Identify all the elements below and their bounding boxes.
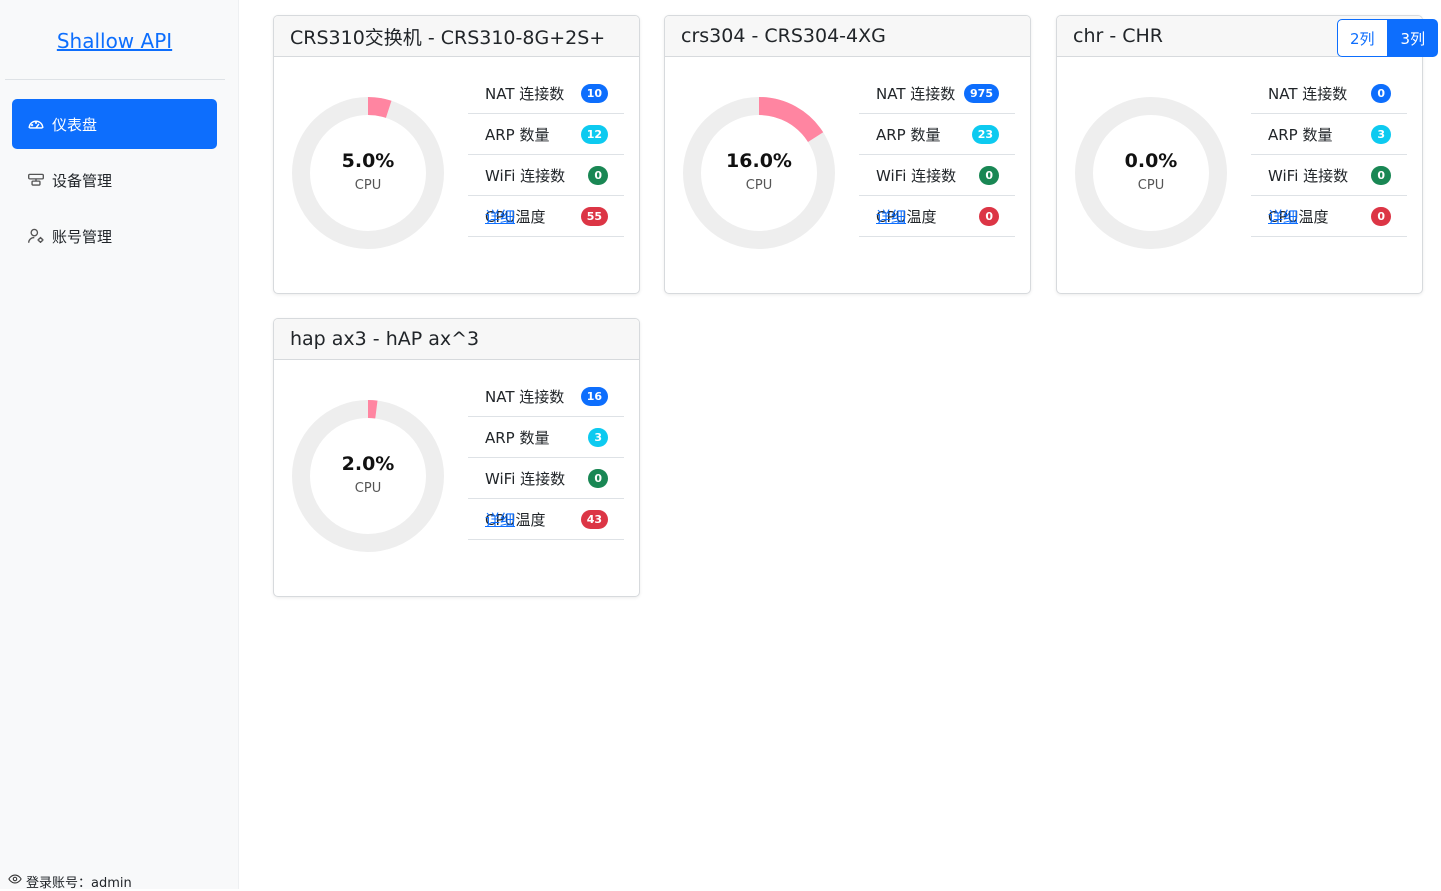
stat-label: ARP 数量 [1268,125,1333,144]
stat-row: ARP 数量 12 [468,114,624,155]
cpu-donut-chart: 5.0% CPU [291,96,445,250]
device-card: crs304 - CRS304-4XG 16.0% CPU NAT 连接数 97… [664,15,1031,294]
stat-label: WiFi 连接数 [1268,166,1349,185]
cpu-donut-svg [683,97,835,249]
stat-row: ARP 数量 3 [468,417,624,458]
eye-icon [8,872,26,890]
stat-badge: 0 [1371,166,1391,185]
three-column-button[interactable]: 3列 [1387,19,1439,57]
cpu-donut-chart: 0.0% CPU [1074,96,1228,250]
detail-link[interactable]: 详细 [485,206,515,227]
sidebar-item-devices[interactable]: 设备管理 [12,155,217,205]
cpu-label: CPU [354,178,382,193]
stat-badge: 43 [580,510,608,529]
cpu-donut-svg [1075,97,1227,249]
stat-badge: 55 [580,207,608,226]
stat-badge: 16 [580,387,608,406]
account-manage-icon [27,227,45,245]
stat-row: NAT 连接数 0 [1251,73,1407,114]
sidebar-item-accounts[interactable]: 账号管理 [12,211,217,261]
donut-track [1075,97,1227,249]
stat-row: WiFi 连接数 0 [468,155,624,196]
stat-label: WiFi 连接数 [876,166,957,185]
column-toggle: 2列 3列 [1337,19,1439,57]
stat-label: ARP 数量 [485,125,550,144]
detail-link[interactable]: 详细 [1268,206,1298,227]
stat-label: WiFi 连接数 [485,166,566,185]
stat-badge: 0 [979,207,999,226]
stat-row: NAT 连接数 10 [468,73,624,114]
donut-track [292,97,444,249]
device-card: hap ax3 - hAP ax^3 2.0% CPU NAT 连接数 16 A… [273,318,640,597]
sidebar-item-dashboard[interactable]: 仪表盘 [12,99,217,149]
stat-row: WiFi 连接数 0 [468,458,624,499]
card-title: CRS310交换机 - CRS310-8G+2S+ [274,16,639,57]
speedometer-icon [27,115,45,133]
two-column-button[interactable]: 2列 [1337,19,1388,57]
sidebar-item-label: 设备管理 [52,171,113,190]
stat-row: ARP 数量 3 [1251,114,1407,155]
sidebar-item-label: 仪表盘 [52,115,98,134]
detail-link[interactable]: 详细 [876,206,906,227]
stat-label: NAT 连接数 [876,84,956,103]
stat-badge: 0 [979,166,999,185]
stat-badge: 0 [588,166,608,185]
stat-row: NAT 连接数 975 [859,73,1015,114]
login-account-info: 登录账号：admin [8,872,132,891]
stat-badge: 0 [588,469,608,488]
cpu-donut-chart: 16.0% CPU [682,96,836,250]
stat-label: NAT 连接数 [485,84,565,103]
stat-label: ARP 数量 [485,428,550,447]
stat-row: ARP 数量 23 [859,114,1015,155]
donut-track [292,400,444,552]
brand-link[interactable]: Shallow API [0,29,229,53]
cpu-label: CPU [745,178,773,193]
cpu-percent: 16.0% [726,150,792,172]
stat-badge: 12 [580,125,608,144]
cpu-label: CPU [1137,178,1165,193]
device-card: CRS310交换机 - CRS310-8G+2S+ 5.0% CPU NAT 连… [273,15,640,294]
stat-row: WiFi 连接数 0 [1251,155,1407,196]
stat-row: NAT 连接数 16 [468,376,624,417]
stat-badge: 3 [588,428,608,447]
brand-divider [5,79,225,80]
stat-label: WiFi 连接数 [485,469,566,488]
login-account-text: 登录账号：admin [26,875,132,891]
stat-badge: 23 [971,125,999,144]
cpu-donut-chart: 2.0% CPU [291,399,445,553]
cpu-donut-svg [292,97,444,249]
cpu-percent: 5.0% [341,150,395,172]
cpu-percent: 2.0% [341,453,395,475]
cpu-donut-svg [292,400,444,552]
sidebar-item-label: 账号管理 [52,227,113,246]
stat-row: WiFi 连接数 0 [859,155,1015,196]
card-title: crs304 - CRS304-4XG [665,16,1030,57]
device-manage-icon [27,171,45,189]
cpu-percent: 0.0% [1124,150,1178,172]
stat-badge: 10 [580,84,608,103]
sidebar: Shallow API 仪表盘 设备管理 账号管理 登录账号：admin [0,0,239,891]
stat-badge: 3 [1371,125,1391,144]
stat-badge: 0 [1371,84,1391,103]
stat-label: ARP 数量 [876,125,941,144]
stat-label: NAT 连接数 [1268,84,1348,103]
stat-label: NAT 连接数 [485,387,565,406]
cpu-label: CPU [354,481,382,496]
stat-badge: 0 [1371,207,1391,226]
card-title: hap ax3 - hAP ax^3 [274,319,639,360]
stat-badge: 975 [964,84,999,103]
detail-link[interactable]: 详细 [485,509,515,530]
